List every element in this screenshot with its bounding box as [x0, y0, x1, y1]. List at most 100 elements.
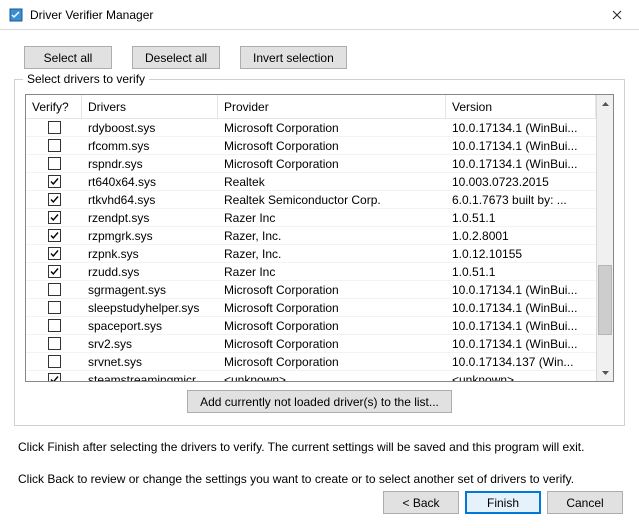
driver-cell: rdyboost.sys: [82, 121, 218, 135]
scroll-thumb[interactable]: [598, 265, 612, 335]
provider-cell: Microsoft Corporation: [218, 319, 446, 333]
verify-checkbox[interactable]: [48, 355, 61, 368]
back-button[interactable]: < Back: [383, 491, 459, 514]
verify-cell: [26, 121, 82, 134]
app-icon: [8, 7, 24, 23]
table-row[interactable]: rfcomm.sysMicrosoft Corporation10.0.1713…: [26, 137, 596, 155]
driver-list: Verify? Drivers Provider Version rdyboos…: [25, 94, 614, 382]
version-cell: 10.0.17134.1 (WinBui...: [446, 319, 596, 333]
provider-cell: Razer, Inc.: [218, 229, 446, 243]
provider-cell: Razer Inc: [218, 265, 446, 279]
verify-checkbox[interactable]: [48, 139, 61, 152]
deselect-all-button[interactable]: Deselect all: [132, 46, 220, 69]
verify-checkbox[interactable]: [48, 247, 61, 260]
verify-cell: [26, 139, 82, 152]
verify-cell: [26, 373, 82, 381]
col-header-provider[interactable]: Provider: [218, 95, 446, 118]
verify-checkbox[interactable]: [48, 301, 61, 314]
driver-cell: rspndr.sys: [82, 157, 218, 171]
table-row[interactable]: sgrmagent.sysMicrosoft Corporation10.0.1…: [26, 281, 596, 299]
version-cell: 10.0.17134.1 (WinBui...: [446, 301, 596, 315]
table-row[interactable]: rzpmgrk.sysRazer, Inc.1.0.2.8001: [26, 227, 596, 245]
version-cell: 6.0.1.7673 built by: ...: [446, 193, 596, 207]
driver-cell: spaceport.sys: [82, 319, 218, 333]
instruction-line-1: Click Finish after selecting the drivers…: [18, 438, 621, 456]
table-row[interactable]: sleepstudyhelper.sysMicrosoft Corporatio…: [26, 299, 596, 317]
version-cell: 1.0.51.1: [446, 211, 596, 225]
verify-checkbox[interactable]: [48, 175, 61, 188]
scroll-down-icon[interactable]: [597, 364, 613, 381]
drivers-groupbox: Select drivers to verify Verify? Drivers…: [14, 79, 625, 426]
verify-checkbox[interactable]: [48, 319, 61, 332]
table-row[interactable]: spaceport.sysMicrosoft Corporation10.0.1…: [26, 317, 596, 335]
verify-checkbox[interactable]: [48, 337, 61, 350]
table-row[interactable]: srv2.sysMicrosoft Corporation10.0.17134.…: [26, 335, 596, 353]
provider-cell: Microsoft Corporation: [218, 337, 446, 351]
table-row[interactable]: srvnet.sysMicrosoft Corporation10.0.1713…: [26, 353, 596, 371]
verify-cell: [26, 229, 82, 242]
driver-cell: rfcomm.sys: [82, 139, 218, 153]
verify-checkbox[interactable]: [48, 229, 61, 242]
version-cell: 10.003.0723.2015: [446, 175, 596, 189]
provider-cell: Realtek Semiconductor Corp.: [218, 193, 446, 207]
provider-cell: Microsoft Corporation: [218, 139, 446, 153]
verify-cell: [26, 355, 82, 368]
verify-cell: [26, 301, 82, 314]
instructions: Click Finish after selecting the drivers…: [18, 438, 621, 488]
instruction-line-2: Click Back to review or change the setti…: [18, 470, 621, 488]
driver-cell: sleepstudyhelper.sys: [82, 301, 218, 315]
add-not-loaded-button[interactable]: Add currently not loaded driver(s) to th…: [187, 390, 452, 413]
select-all-button[interactable]: Select all: [24, 46, 112, 69]
verify-cell: [26, 193, 82, 206]
driver-cell: srv2.sys: [82, 337, 218, 351]
list-header: Verify? Drivers Provider Version: [26, 95, 596, 119]
driver-cell: rzpnk.sys: [82, 247, 218, 261]
col-header-drivers[interactable]: Drivers: [82, 95, 218, 118]
verify-checkbox[interactable]: [48, 283, 61, 296]
groupbox-label: Select drivers to verify: [23, 72, 149, 86]
table-row[interactable]: rtkvhd64.sysRealtek Semiconductor Corp.6…: [26, 191, 596, 209]
table-row[interactable]: rzpnk.sysRazer, Inc.1.0.12.10155: [26, 245, 596, 263]
col-header-version[interactable]: Version: [446, 95, 596, 118]
table-row[interactable]: rt640x64.sysRealtek10.003.0723.2015: [26, 173, 596, 191]
verify-checkbox[interactable]: [48, 193, 61, 206]
table-row[interactable]: steamstreamingmicr...<unknown><unknown>: [26, 371, 596, 381]
verify-cell: [26, 319, 82, 332]
verify-checkbox[interactable]: [48, 211, 61, 224]
table-row[interactable]: rzendpt.sysRazer Inc1.0.51.1: [26, 209, 596, 227]
invert-selection-button[interactable]: Invert selection: [240, 46, 347, 69]
close-button[interactable]: [594, 0, 639, 30]
cancel-button[interactable]: Cancel: [547, 491, 623, 514]
version-cell: 10.0.17134.1 (WinBui...: [446, 139, 596, 153]
title-bar: Driver Verifier Manager: [0, 0, 639, 30]
vertical-scrollbar[interactable]: [596, 95, 613, 381]
driver-cell: rzendpt.sys: [82, 211, 218, 225]
verify-checkbox[interactable]: [48, 157, 61, 170]
verify-cell: [26, 211, 82, 224]
col-header-verify[interactable]: Verify?: [26, 95, 82, 118]
provider-cell: Razer Inc: [218, 211, 446, 225]
driver-cell: rzpmgrk.sys: [82, 229, 218, 243]
provider-cell: Microsoft Corporation: [218, 121, 446, 135]
driver-cell: rtkvhd64.sys: [82, 193, 218, 207]
verify-checkbox[interactable]: [48, 121, 61, 134]
verify-cell: [26, 247, 82, 260]
verify-checkbox[interactable]: [48, 373, 61, 381]
provider-cell: <unknown>: [218, 373, 446, 382]
driver-cell: srvnet.sys: [82, 355, 218, 369]
table-row[interactable]: rspndr.sysMicrosoft Corporation10.0.1713…: [26, 155, 596, 173]
driver-cell: rt640x64.sys: [82, 175, 218, 189]
provider-cell: Razer, Inc.: [218, 247, 446, 261]
scroll-up-icon[interactable]: [597, 95, 613, 112]
table-row[interactable]: rdyboost.sysMicrosoft Corporation10.0.17…: [26, 119, 596, 137]
verify-cell: [26, 157, 82, 170]
version-cell: 1.0.12.10155: [446, 247, 596, 261]
driver-cell: steamstreamingmicr...: [82, 373, 218, 382]
table-row[interactable]: rzudd.sysRazer Inc1.0.51.1: [26, 263, 596, 281]
version-cell: <unknown>: [446, 373, 596, 382]
finish-button[interactable]: Finish: [465, 491, 541, 514]
verify-checkbox[interactable]: [48, 265, 61, 278]
version-cell: 10.0.17134.1 (WinBui...: [446, 121, 596, 135]
version-cell: 1.0.51.1: [446, 265, 596, 279]
verify-cell: [26, 337, 82, 350]
